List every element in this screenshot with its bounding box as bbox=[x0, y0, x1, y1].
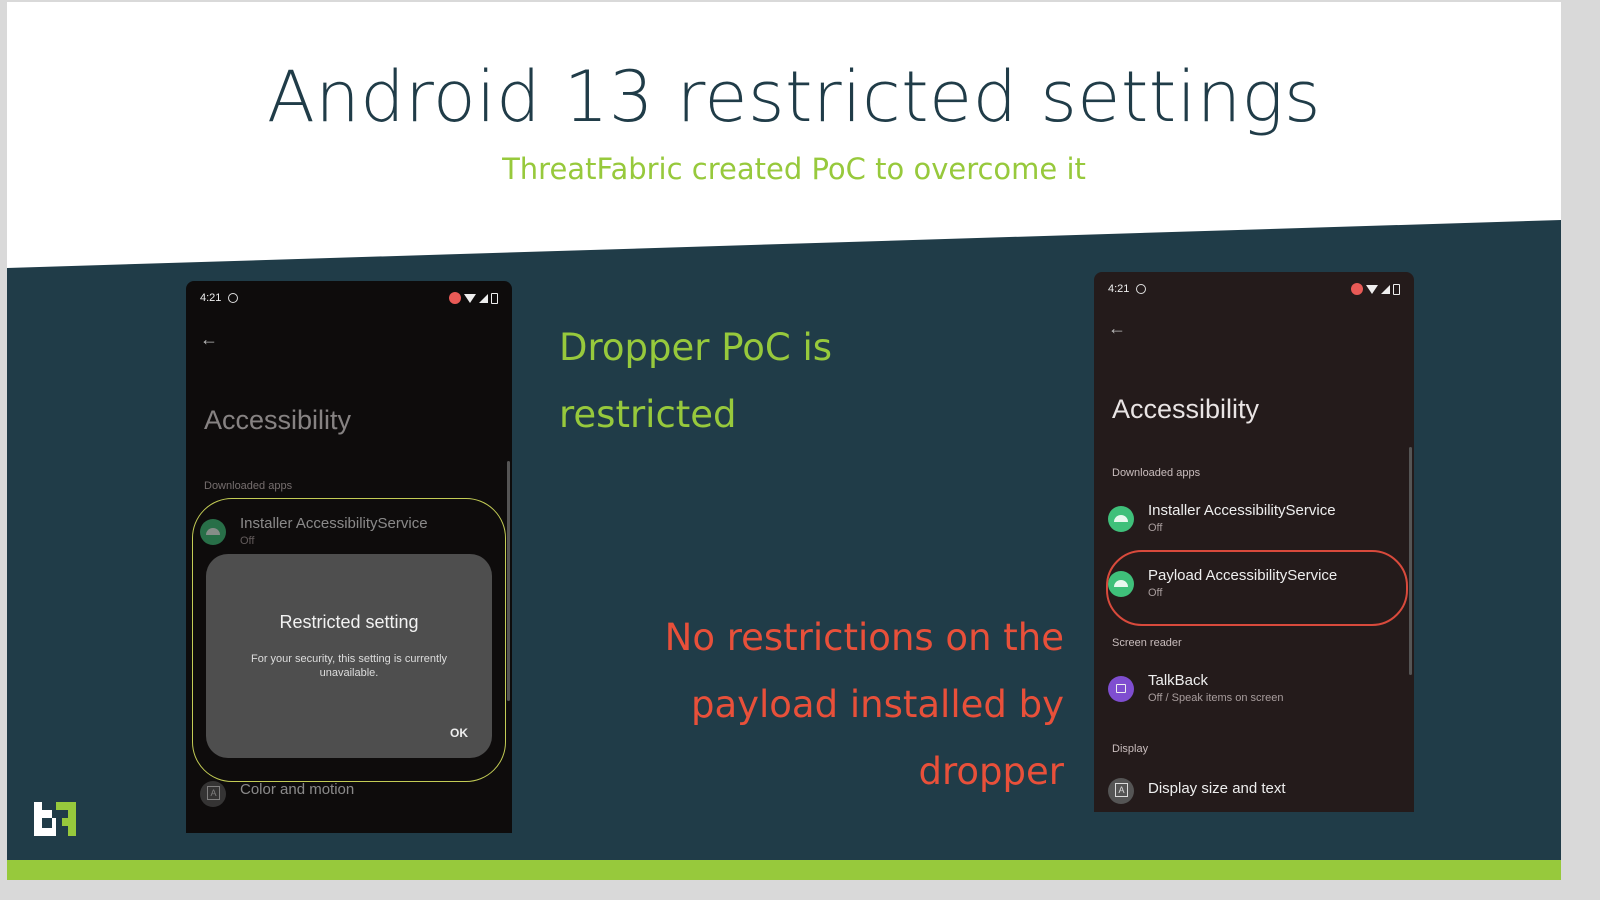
list-item-talkback[interactable]: TalkBack Off / Speak items on screen bbox=[1108, 672, 1404, 712]
battery-icon bbox=[1393, 283, 1400, 295]
dialog-body: For your security, this setting is curre… bbox=[250, 653, 448, 679]
note-unrestricted: No restrictions on the payload installed… bbox=[644, 604, 1064, 805]
android-icon bbox=[1108, 506, 1134, 532]
item-title: Installer AccessibilityService bbox=[1148, 502, 1336, 519]
item-subtitle: Off bbox=[1148, 522, 1163, 534]
phone-screenshot-restricted: 4:21 ← Accessibility Downloaded apps Ins… bbox=[186, 281, 512, 833]
section-label: Screen reader bbox=[1112, 637, 1182, 649]
location-icon bbox=[228, 293, 238, 303]
signal-icon bbox=[479, 293, 488, 303]
phone-screenshot-unrestricted: 4:21 ← Accessibility Downloaded apps Ins… bbox=[1094, 272, 1414, 812]
scrollbar[interactable] bbox=[507, 461, 510, 701]
highlight-outline bbox=[1106, 550, 1408, 626]
slide-subtitle: ThreatFabric created PoC to overcome it bbox=[502, 152, 1086, 186]
note-line: dropper bbox=[918, 750, 1064, 793]
status-bar: 4:21 bbox=[200, 292, 498, 306]
item-subtitle: Off / Speak items on screen bbox=[1148, 692, 1284, 704]
display-size-icon bbox=[1108, 778, 1134, 804]
wifi-icon bbox=[464, 293, 476, 303]
section-label: Downloaded apps bbox=[204, 480, 293, 492]
scrollbar[interactable] bbox=[1409, 447, 1412, 675]
list-item-color-motion[interactable]: Color and motion bbox=[200, 777, 502, 817]
item-title: Display size and text bbox=[1148, 780, 1286, 797]
note-line: Dropper PoC is bbox=[559, 326, 833, 369]
back-arrow-icon[interactable]: ← bbox=[200, 329, 218, 350]
back-arrow-icon[interactable]: ← bbox=[1108, 318, 1126, 339]
page-heading: Accessibility bbox=[1112, 394, 1260, 424]
signal-icon bbox=[1381, 284, 1390, 294]
restricted-setting-dialog: Restricted setting For your security, th… bbox=[206, 554, 492, 758]
page-heading: Accessibility bbox=[204, 405, 352, 435]
battery-icon bbox=[491, 292, 498, 304]
dialog-title: Restricted setting bbox=[279, 612, 419, 632]
note-line: payload installed by bbox=[690, 683, 1064, 726]
note-line: restricted bbox=[559, 393, 737, 436]
status-time: 4:21 bbox=[1108, 283, 1130, 295]
color-motion-icon bbox=[200, 781, 226, 807]
section-label: Display bbox=[1112, 743, 1149, 755]
item-title: Color and motion bbox=[240, 781, 355, 798]
wifi-icon bbox=[1366, 284, 1378, 294]
record-icon bbox=[449, 292, 461, 304]
green-footer-bar bbox=[7, 860, 1561, 880]
item-title: TalkBack bbox=[1148, 672, 1209, 689]
slide-title: Android 13 restricted settings bbox=[266, 56, 1322, 138]
threatfabric-logo-icon bbox=[34, 802, 76, 836]
record-icon bbox=[1351, 283, 1363, 295]
slide: Android 13 restricted settings ThreatFab… bbox=[7, 2, 1561, 880]
note-line: No restrictions on the bbox=[664, 616, 1064, 659]
status-bar: 4:21 bbox=[1108, 283, 1400, 297]
ok-button[interactable]: OK bbox=[450, 726, 468, 740]
talkback-icon bbox=[1108, 676, 1134, 702]
list-item-installer[interactable]: Installer AccessibilityService Off bbox=[1108, 502, 1404, 542]
location-icon bbox=[1136, 284, 1146, 294]
list-item-display-size[interactable]: Display size and text bbox=[1108, 774, 1404, 812]
status-time: 4:21 bbox=[200, 292, 222, 304]
note-restricted: Dropper PoC is restricted bbox=[559, 314, 832, 448]
section-label: Downloaded apps bbox=[1112, 467, 1201, 479]
